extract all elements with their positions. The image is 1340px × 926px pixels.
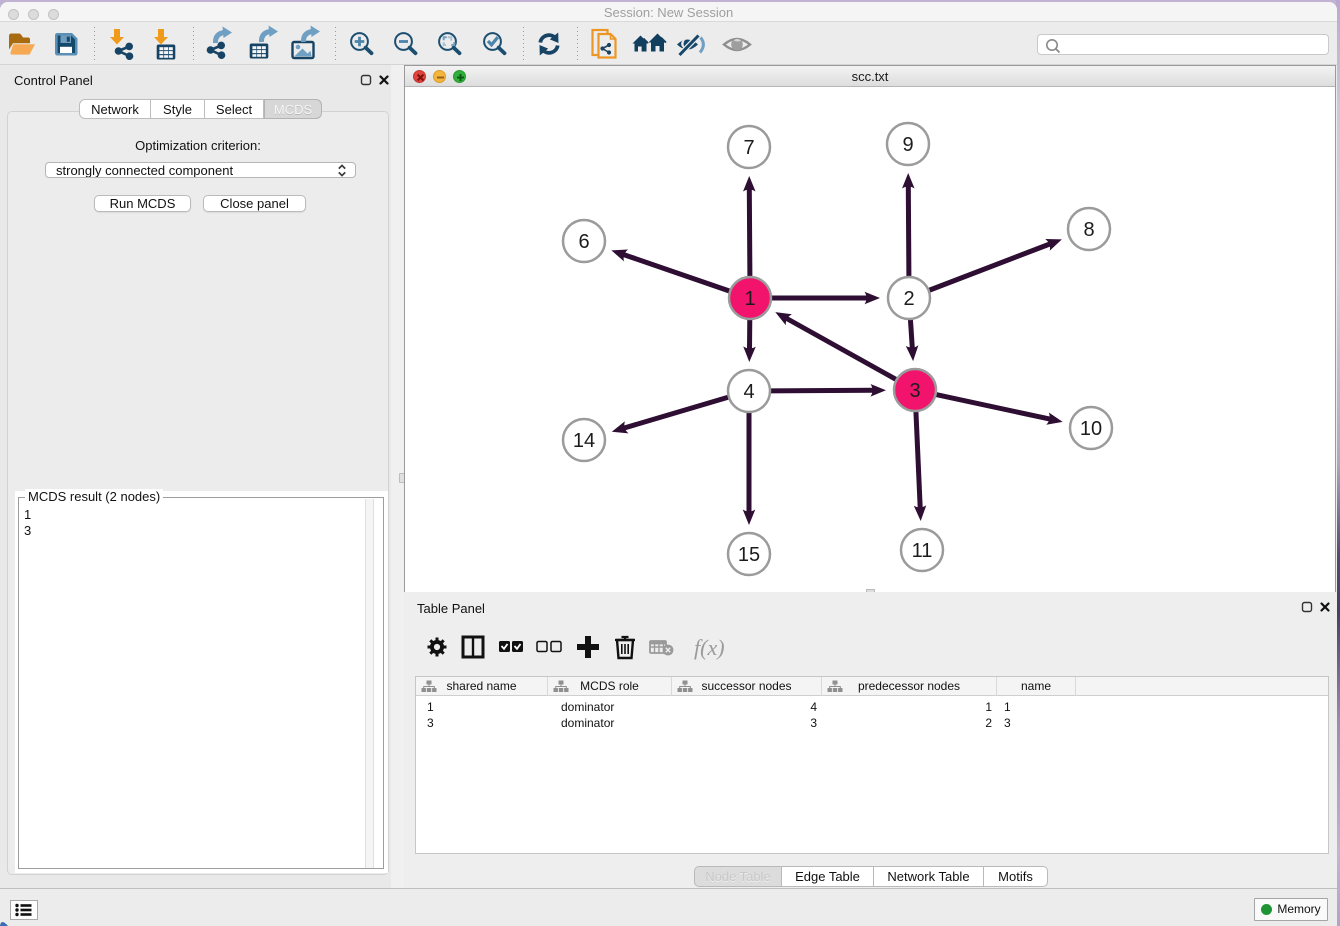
svg-text:6: 6 xyxy=(578,231,589,253)
svg-text:8: 8 xyxy=(1083,219,1094,241)
svg-text:7: 7 xyxy=(743,137,754,159)
svg-text:3: 3 xyxy=(909,380,920,402)
svg-text:4: 4 xyxy=(743,381,754,403)
svg-text:1: 1 xyxy=(744,288,755,310)
svg-text:f(x): f(x) xyxy=(694,635,725,660)
svg-text:11: 11 xyxy=(912,540,933,562)
svg-text:10: 10 xyxy=(1080,418,1102,440)
svg-text:15: 15 xyxy=(738,544,760,566)
svg-text:9: 9 xyxy=(902,134,913,156)
svg-text:2: 2 xyxy=(903,288,914,310)
svg-text:14: 14 xyxy=(573,430,595,452)
